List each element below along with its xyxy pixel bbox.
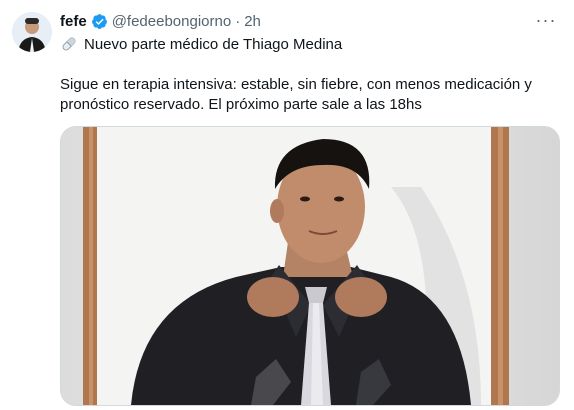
avatar[interactable]: [12, 12, 52, 52]
verified-badge-icon: [91, 13, 107, 29]
separator-dot: ·: [235, 12, 241, 30]
tweet-text: Sigue en terapia intensiva: estable, sin…: [60, 75, 560, 115]
tweet-card[interactable]: fefe @fedeebongiorno · 2h ··· Nuevo part…: [0, 0, 574, 410]
tweet-title: Nuevo parte médico de Thiago Medina: [84, 35, 343, 53]
more-options-icon[interactable]: ···: [534, 10, 558, 30]
pill-icon: [62, 37, 76, 51]
author-name[interactable]: fefe: [60, 13, 87, 30]
tweet-title-line: Nuevo parte médico de Thiago Medina: [60, 33, 342, 55]
tweet-header: fefe @fedeebongiorno · 2h: [60, 11, 261, 31]
photo-image: [61, 127, 559, 405]
tweet-text-line-1: Sigue en terapia intensiva: estable, sin…: [60, 76, 532, 93]
tweet-media-photo[interactable]: [60, 126, 560, 406]
author-handle[interactable]: @fedeebongiorno: [112, 13, 232, 30]
timestamp[interactable]: 2h: [244, 13, 261, 30]
tweet-text-line-2: pronóstico reservado. El próximo parte s…: [60, 96, 422, 113]
avatar-image: [12, 12, 52, 52]
